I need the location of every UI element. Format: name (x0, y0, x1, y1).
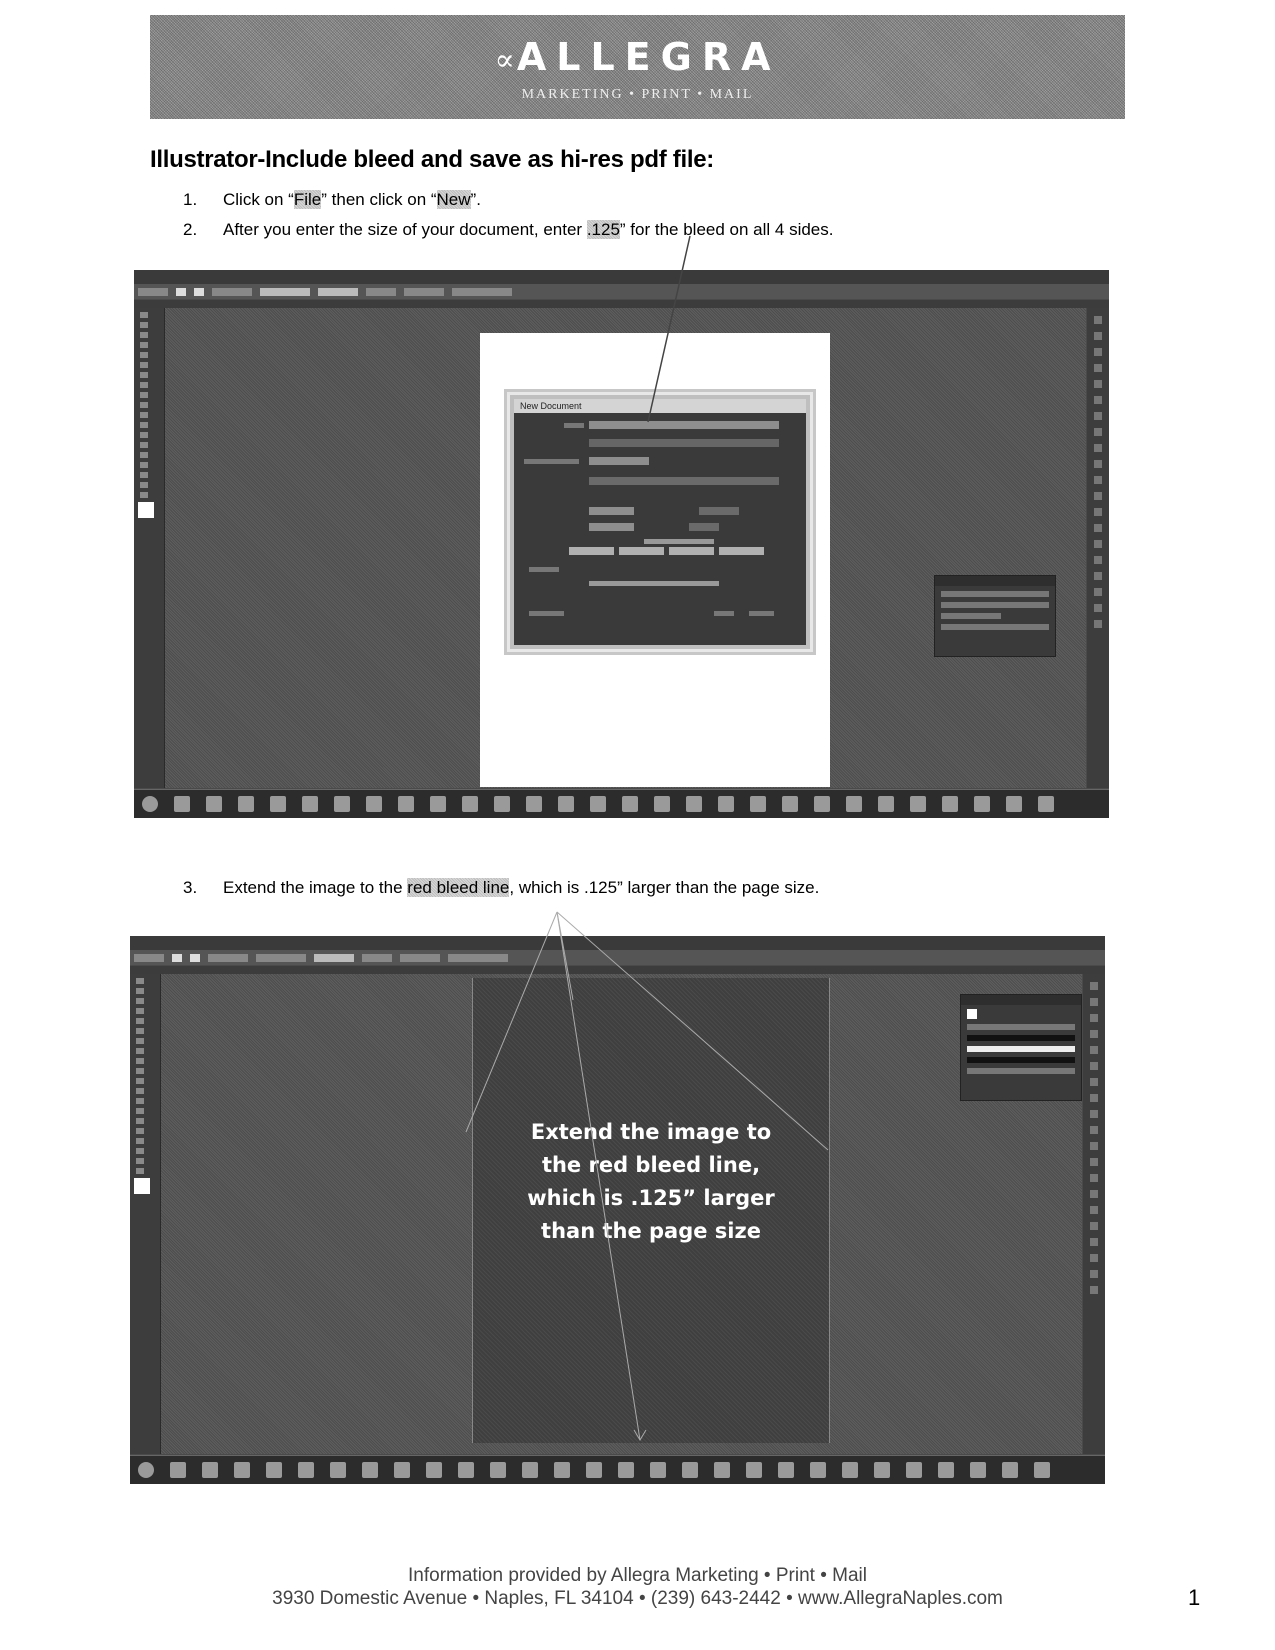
step-text: Extend the image to the (223, 878, 408, 897)
swatches-panel (960, 994, 1082, 1101)
windows-taskbar (134, 789, 1109, 818)
control-bar (134, 285, 1109, 299)
step-text: ” for the bleed on all 4 sides. (619, 220, 834, 239)
document-tab-bar (134, 300, 1109, 308)
highlight-bleed-value: .125 (586, 220, 620, 239)
menu-bar (134, 270, 1109, 285)
tools-panel (130, 974, 161, 1454)
properties-panel (934, 575, 1056, 657)
step-text: ”. (470, 190, 481, 209)
header-banner: ∝ALLEGRA MARKETING • PRINT • MAIL (150, 15, 1125, 119)
control-bar (130, 951, 1105, 965)
windows-taskbar (130, 1455, 1105, 1484)
step-number: 3. (183, 878, 198, 897)
logo-text: ALLEGRA (516, 35, 781, 79)
allegra-logo: ∝ALLEGRA (150, 35, 1125, 79)
name-field (589, 421, 779, 429)
step-2: 2. After you enter the size of your docum… (183, 220, 833, 240)
highlight-new: New (436, 190, 471, 209)
step-3: 3. Extend the image to the red bleed line… (183, 878, 819, 898)
right-dock (1083, 974, 1105, 1454)
step-text: ” then click on “ (321, 190, 437, 209)
step-text: , which is .125” larger than the page si… (509, 878, 820, 897)
overlay-line: which is .125” larger (527, 1186, 775, 1210)
step-number: 2. (183, 220, 198, 239)
step-text: After you enter the size of your documen… (223, 220, 587, 239)
overlay-line: Extend the image to (530, 1120, 772, 1144)
artboard-with-bleed: Extend the image to the red bleed line, … (472, 978, 830, 1443)
height-field (589, 523, 634, 531)
bleed-left-field (669, 547, 714, 555)
step-1: 1. Click on “File” then click on “New”. (183, 190, 481, 210)
overlay-line: than the page size (541, 1219, 761, 1243)
allegra-logo-mark-icon: ∝ (494, 43, 515, 78)
footer-line-1: Information provided by Allegra Marketin… (408, 1565, 867, 1586)
illustrator-screenshot-new-document: New Document (134, 270, 1109, 818)
footer-line-2: 3930 Domestic Avenue • Naples, FL 34104 … (272, 1588, 1003, 1609)
step-number: 1. (183, 190, 198, 209)
width-field (589, 507, 634, 515)
highlight-file: File (293, 190, 322, 209)
document-tab-bar (130, 966, 1105, 974)
profile-field (589, 457, 649, 465)
menu-bar (130, 936, 1105, 951)
overlay-line: the red bleed line, (541, 1153, 761, 1177)
illustrator-screenshot-bleed: Extend the image to the red bleed line, … (130, 936, 1105, 1484)
highlight-red-bleed-line: red bleed line (407, 878, 510, 897)
new-document-dialog: New Document (510, 395, 810, 649)
step-text: Click on “ (223, 190, 294, 209)
dialog-title: New Document (514, 399, 806, 413)
bleed-top-field (569, 547, 614, 555)
page-number: 1 (1188, 1585, 1201, 1610)
tools-panel (134, 308, 165, 788)
page-title: Illustrator-Include bleed and save as hi… (150, 146, 714, 173)
bleed-right-field (719, 547, 764, 555)
bleed-bottom-field (619, 547, 664, 555)
overlay-instruction: Extend the image to the red bleed line, … (473, 1116, 829, 1248)
tagline: MARKETING • PRINT • MAIL (521, 87, 754, 102)
right-dock (1087, 308, 1109, 788)
